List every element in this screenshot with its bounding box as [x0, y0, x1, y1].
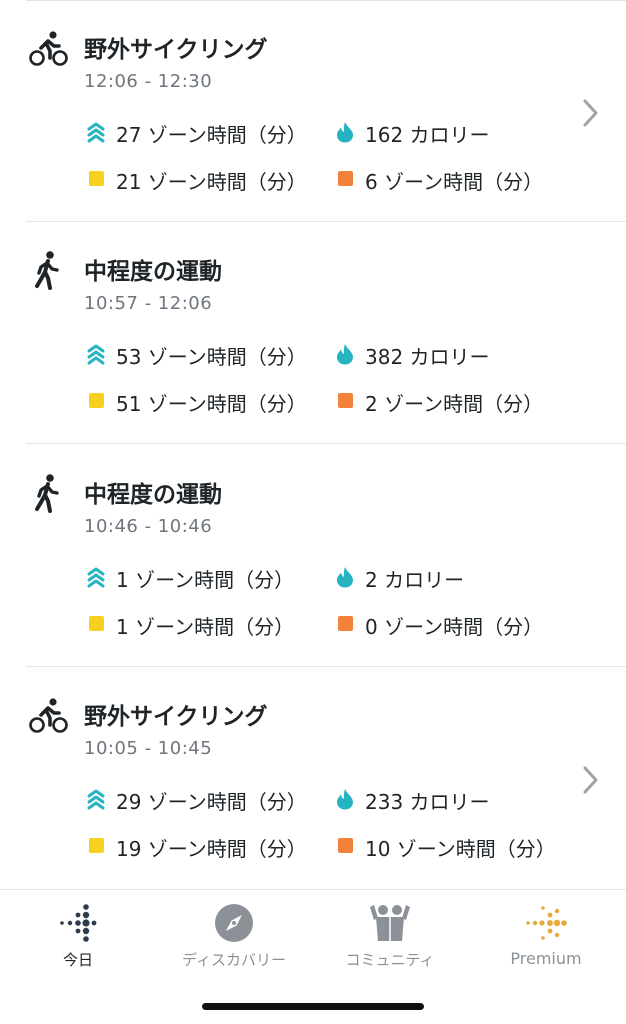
fat-burn-value: 51 ゾーン時間（分）	[116, 392, 307, 416]
activity-time: 10:46 - 10:46	[84, 516, 213, 537]
tab-label: 今日	[62, 951, 93, 969]
tab-discovery[interactable]: ディスカバリー	[156, 889, 312, 979]
activity-title: 野外サイクリング	[84, 704, 268, 730]
community-icon	[370, 905, 410, 941]
activity-time: 12:06 - 12:30	[84, 71, 213, 92]
fat-burn-value: 19 ゾーン時間（分）	[116, 837, 307, 861]
premium-arrow-icon	[526, 906, 567, 940]
flame-icon	[337, 567, 353, 588]
tab-premium[interactable]: Premium	[468, 889, 624, 979]
activity-item[interactable]: 野外サイクリング 12:06 - 12:30 27 ゾーン時間（分） 162 カ…	[0, 0, 626, 222]
active-zone-value: 53 ゾーン時間（分）	[116, 345, 307, 369]
home-indicator[interactable]	[202, 1003, 424, 1010]
cardio-value: 10 ゾーン時間（分）	[365, 837, 556, 861]
fat-burn-square-icon	[89, 393, 104, 408]
active-zone-value: 1 ゾーン時間（分）	[116, 568, 295, 592]
chevron-right-icon[interactable]	[578, 93, 602, 133]
flame-icon	[337, 122, 353, 143]
cycling-icon	[29, 698, 68, 733]
calories-value: 233 カロリー	[365, 790, 490, 814]
cardio-value: 6 ゾーン時間（分）	[365, 170, 544, 194]
cardio-square-icon	[338, 616, 353, 631]
active-zone-value: 27 ゾーン時間（分）	[116, 123, 307, 147]
calories-value: 2 カロリー	[365, 568, 465, 592]
walking-icon	[35, 251, 59, 290]
tab-community[interactable]: コミュニティ	[312, 889, 468, 979]
activity-time: 10:05 - 10:45	[84, 738, 213, 759]
tab-label: コミュニティ	[345, 951, 435, 969]
tab-today[interactable]: 今日	[0, 889, 156, 979]
flame-icon	[337, 789, 353, 810]
active-zone-icon	[87, 344, 105, 365]
activity-item[interactable]: 中程度の運動 10:57 - 12:06 53 ゾーン時間（分） 382 カロリ…	[0, 222, 626, 444]
cycling-icon	[29, 31, 68, 66]
activity-time: 10:57 - 12:06	[84, 293, 213, 314]
cardio-square-icon	[338, 838, 353, 853]
flame-icon	[337, 344, 353, 365]
activity-divider	[26, 443, 626, 444]
activity-title: 野外サイクリング	[84, 37, 268, 63]
fat-burn-value: 1 ゾーン時間（分）	[116, 615, 295, 639]
cardio-value: 0 ゾーン時間（分）	[365, 615, 544, 639]
fat-burn-square-icon	[89, 838, 104, 853]
cardio-square-icon	[338, 171, 353, 186]
calories-value: 382 カロリー	[365, 345, 490, 369]
fat-burn-value: 21 ゾーン時間（分）	[116, 170, 307, 194]
fitbit-dots-icon	[60, 904, 97, 942]
active-zone-icon	[87, 567, 105, 588]
cardio-square-icon	[338, 393, 353, 408]
walking-icon	[35, 474, 59, 513]
tab-label: ディスカバリー	[182, 951, 286, 969]
activity-item[interactable]: 野外サイクリング 10:05 - 10:45 29 ゾーン時間（分） 233 カ…	[0, 667, 626, 889]
activity-title: 中程度の運動	[84, 482, 222, 508]
activity-title: 中程度の運動	[84, 259, 222, 285]
active-zone-icon	[87, 789, 105, 810]
fat-burn-square-icon	[89, 616, 104, 631]
active-zone-value: 29 ゾーン時間（分）	[116, 790, 307, 814]
active-zone-icon	[87, 122, 105, 143]
compass-icon	[215, 904, 253, 942]
chevron-right-icon[interactable]	[578, 760, 602, 800]
calories-value: 162 カロリー	[365, 123, 490, 147]
activity-item[interactable]: 中程度の運動 10:46 - 10:46 1 ゾーン時間（分） 2 カロリー 1…	[0, 445, 626, 667]
tab-label: Premium	[510, 949, 582, 968]
fat-burn-square-icon	[89, 171, 104, 186]
cardio-value: 2 ゾーン時間（分）	[365, 392, 544, 416]
